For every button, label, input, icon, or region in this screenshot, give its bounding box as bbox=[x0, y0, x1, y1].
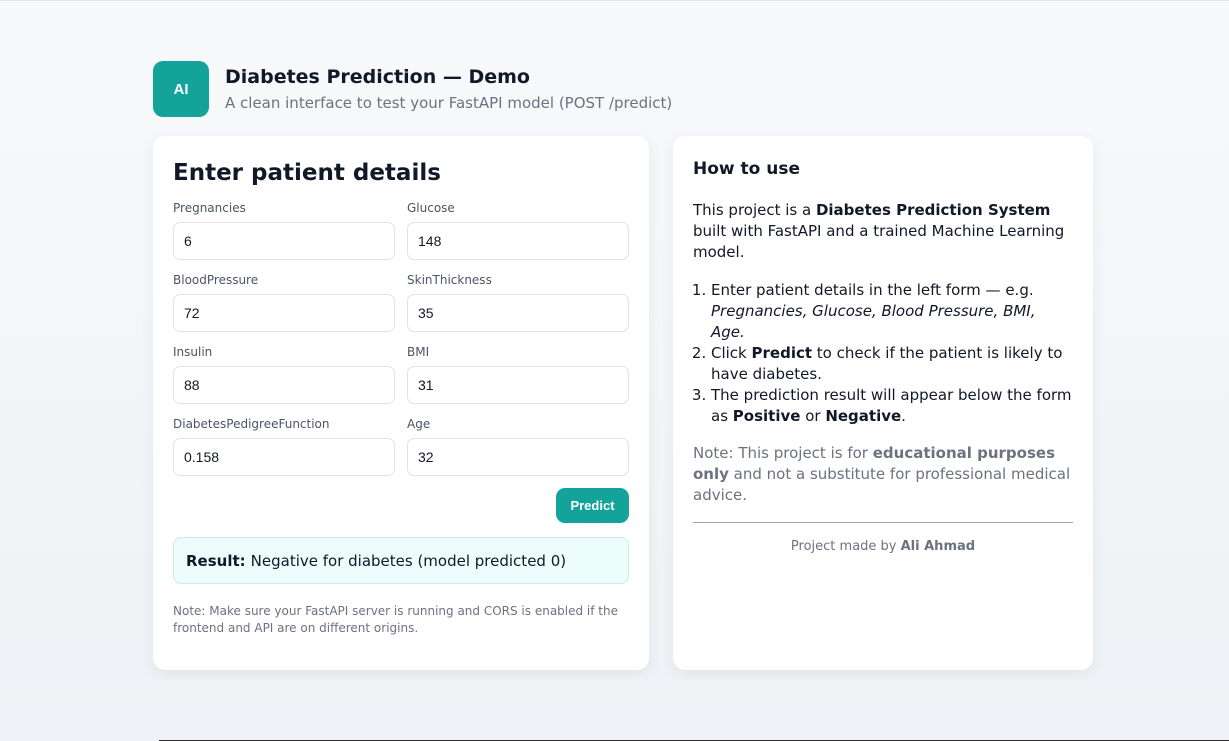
glucose-label: Glucose bbox=[407, 201, 455, 215]
button-row: Predict bbox=[173, 488, 629, 523]
insulin-label: Insulin bbox=[173, 345, 213, 359]
bmi-input[interactable] bbox=[407, 366, 629, 404]
pregnancies-label: Pregnancies bbox=[173, 201, 246, 215]
credit-prefix: Project made by bbox=[790, 539, 901, 554]
step2-bold: Predict bbox=[751, 344, 813, 362]
age-input[interactable] bbox=[407, 438, 629, 476]
form-title: Enter patient details bbox=[173, 160, 441, 186]
howto-title: How to use bbox=[693, 159, 801, 179]
step3-mid: or bbox=[800, 407, 826, 425]
how-to-use-card: How to use This project is a Diabetes Pr… bbox=[673, 136, 1093, 670]
step-2: Click Predict to check if the patient is… bbox=[711, 343, 1073, 385]
intro-bold: Diabetes Prediction System bbox=[815, 201, 1051, 219]
credit-name: Ali Ahmad bbox=[900, 539, 976, 554]
app-subtitle: A clean interface to test your FastAPI m… bbox=[225, 94, 673, 112]
insulin-input[interactable] bbox=[173, 366, 395, 404]
field-age: Age bbox=[407, 416, 629, 476]
divider bbox=[693, 522, 1073, 523]
app-header: AI Diabetes Prediction — Demo A clean in… bbox=[153, 61, 672, 117]
result-text: Negative for diabetes (model predicted 0… bbox=[250, 551, 567, 570]
step-3: The prediction result will appear below … bbox=[711, 385, 1073, 427]
step2-prefix: Click bbox=[711, 344, 752, 362]
glucose-input[interactable] bbox=[407, 222, 629, 260]
step3-positive: Positive bbox=[732, 407, 801, 425]
step-1: Enter patient details in the left form —… bbox=[711, 280, 1073, 343]
intro-prefix: This project is a bbox=[693, 201, 816, 219]
step3-suffix: . bbox=[901, 407, 906, 425]
field-bloodpressure: BloodPressure bbox=[173, 272, 395, 332]
field-bmi: BMI bbox=[407, 344, 629, 404]
patient-form-card: Enter patient details Pregnancies Glucos… bbox=[153, 136, 649, 670]
predict-button[interactable]: Predict bbox=[556, 488, 629, 523]
app-title: Diabetes Prediction — Demo bbox=[225, 66, 530, 88]
bloodpressure-input[interactable] bbox=[173, 294, 395, 332]
result-box: Result: Negative for diabetes (model pre… bbox=[173, 537, 629, 584]
pregnancies-input[interactable] bbox=[173, 222, 395, 260]
step1-prefix: Enter patient details in the left form —… bbox=[711, 281, 1034, 299]
note-prefix: Note: This project is for bbox=[693, 444, 873, 462]
note-suffix: and not a substitute for professional me… bbox=[693, 465, 1071, 504]
credit: Project made by Ali Ahmad bbox=[693, 539, 1073, 554]
disclaimer-note: Note: This project is for educational pu… bbox=[693, 443, 1073, 506]
step1-italic: Pregnancies, Glucose, Blood Pressure, BM… bbox=[711, 302, 1036, 341]
skinthickness-input[interactable] bbox=[407, 294, 629, 332]
field-glucose: Glucose bbox=[407, 200, 629, 260]
steps-list: Enter patient details in the left form —… bbox=[693, 280, 1073, 427]
step3-negative: Negative bbox=[825, 407, 902, 425]
bmi-label: BMI bbox=[407, 345, 430, 359]
diabetespedigreefunction-label: DiabetesPedigreeFunction bbox=[173, 417, 330, 431]
cors-note: Note: Make sure your FastAPI server is r… bbox=[173, 604, 619, 635]
age-label: Age bbox=[407, 417, 431, 431]
skinthickness-label: SkinThickness bbox=[407, 273, 492, 287]
ai-logo: AI bbox=[153, 61, 209, 117]
field-insulin: Insulin bbox=[173, 344, 395, 404]
intro-paragraph: This project is a Diabetes Prediction Sy… bbox=[693, 200, 1073, 263]
diabetespedigreefunction-input[interactable] bbox=[173, 438, 395, 476]
field-diabetespedigreefunction: DiabetesPedigreeFunction bbox=[173, 416, 395, 476]
intro-suffix: built with FastAPI and a trained Machine… bbox=[693, 222, 1065, 261]
header-text: Diabetes Prediction — Demo A clean inter… bbox=[225, 65, 672, 113]
field-skinthickness: SkinThickness bbox=[407, 272, 629, 332]
form-grid: Pregnancies Glucose BloodPressure SkinTh… bbox=[173, 200, 629, 488]
field-pregnancies: Pregnancies bbox=[173, 200, 395, 260]
result-label: Result: bbox=[186, 551, 246, 570]
bloodpressure-label: BloodPressure bbox=[173, 273, 259, 287]
